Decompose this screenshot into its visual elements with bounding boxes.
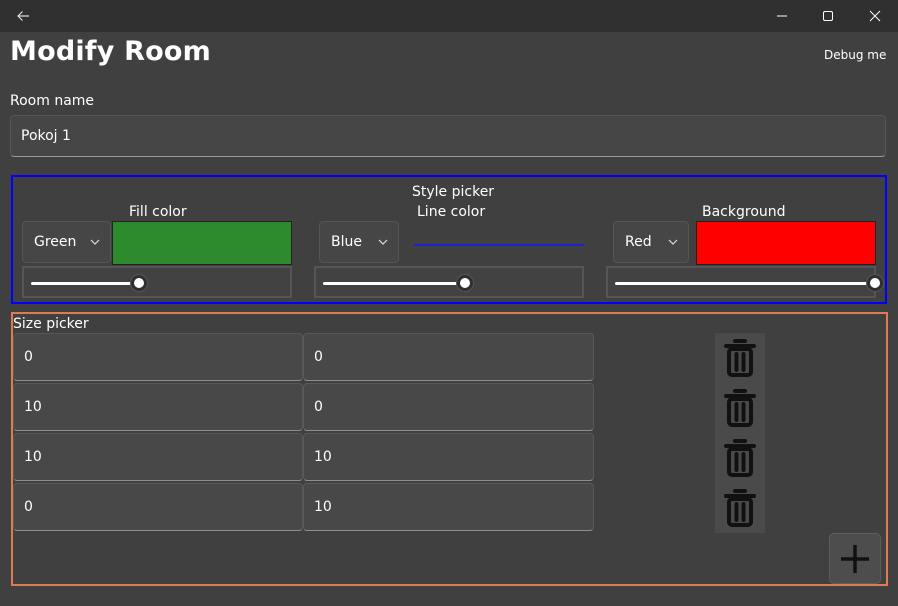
plus-icon <box>841 544 869 573</box>
slider-track <box>615 282 875 285</box>
size-x-value: 0 <box>24 499 33 515</box>
maximize-icon <box>823 11 833 21</box>
line-color-label: Line color <box>417 204 486 220</box>
style-picker-title: Style picker <box>412 184 495 200</box>
background-opacity-slider[interactable] <box>606 266 883 298</box>
back-arrow-icon <box>17 11 29 21</box>
size-x-input[interactable]: 0 <box>13 333 303 381</box>
slider-track <box>323 282 465 285</box>
size-x-input[interactable]: 10 <box>13 383 303 431</box>
slider-track <box>31 282 139 285</box>
size-x-value: 10 <box>24 399 42 415</box>
trash-icon <box>724 489 756 527</box>
close-button[interactable] <box>852 0 898 32</box>
size-picker-title: Size picker <box>13 316 89 332</box>
size-x-input[interactable]: 10 <box>13 433 303 481</box>
line-color-sample <box>414 244 584 246</box>
delete-row-button[interactable] <box>719 437 761 479</box>
size-y-value: 10 <box>314 499 332 515</box>
page-title: Modify Room <box>10 36 211 67</box>
size-x-value: 0 <box>24 349 33 365</box>
back-button[interactable] <box>0 0 46 32</box>
close-icon <box>869 10 881 22</box>
size-x-value: 10 <box>24 449 42 465</box>
delete-row-button[interactable] <box>719 387 761 429</box>
slider-thumb[interactable] <box>131 275 147 291</box>
size-y-input[interactable]: 10 <box>303 483 594 531</box>
size-y-input[interactable]: 0 <box>303 383 594 431</box>
size-y-input[interactable]: 10 <box>303 433 594 481</box>
background-color-selected: Red <box>625 234 652 250</box>
chevron-down-icon <box>378 239 388 245</box>
size-y-value: 10 <box>314 449 332 465</box>
background-color-swatch <box>696 221 876 265</box>
line-color-dropdown[interactable]: Blue <box>319 221 399 263</box>
slider-thumb[interactable] <box>867 275 883 291</box>
trash-icon <box>724 339 756 377</box>
minimize-button[interactable] <box>759 0 805 32</box>
trash-icon <box>724 439 756 477</box>
background-color-dropdown[interactable]: Red <box>613 221 689 263</box>
fill-color-label: Fill color <box>129 204 187 220</box>
room-name-label: Room name <box>10 93 95 109</box>
fill-color-swatch <box>112 221 292 265</box>
fill-color-dropdown[interactable]: Green <box>22 221 111 263</box>
chevron-down-icon <box>90 239 100 245</box>
room-name-input[interactable]: Pokoj 1 <box>10 115 886 157</box>
room-name-value: Pokoj 1 <box>21 128 71 144</box>
add-row-button[interactable] <box>829 533 881 584</box>
size-x-input[interactable]: 0 <box>13 483 303 531</box>
minimize-icon <box>777 15 787 17</box>
background-label: Background <box>702 204 786 220</box>
delete-row-button[interactable] <box>719 337 761 379</box>
trash-icon <box>724 389 756 427</box>
fill-color-selected: Green <box>34 234 77 250</box>
fill-opacity-slider[interactable] <box>22 266 292 298</box>
line-color-selected: Blue <box>331 234 362 250</box>
line-opacity-slider[interactable] <box>314 266 584 298</box>
size-y-input[interactable]: 0 <box>303 333 594 381</box>
size-y-value: 0 <box>314 399 323 415</box>
chevron-down-icon <box>668 239 678 245</box>
maximize-button[interactable] <box>805 0 851 32</box>
delete-row-button[interactable] <box>719 487 761 529</box>
debug-button[interactable]: Debug me <box>824 48 886 62</box>
size-y-value: 0 <box>314 349 323 365</box>
slider-thumb[interactable] <box>457 275 473 291</box>
